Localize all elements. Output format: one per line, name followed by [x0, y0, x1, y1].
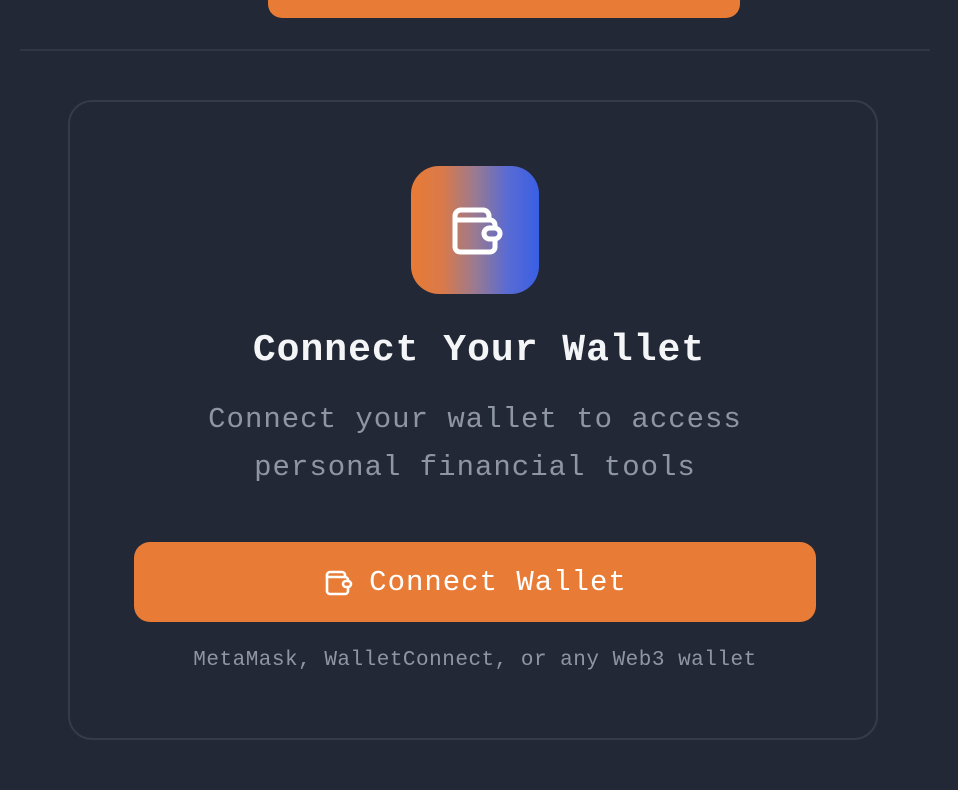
- wallet-icon: [446, 201, 504, 259]
- connect-wallet-button-label: Connect Wallet: [369, 565, 627, 599]
- card-title: Connect Your Wallet: [252, 329, 706, 372]
- card-subtitle: Connect your wallet to access personal f…: [208, 403, 742, 484]
- wallet-icon: [323, 567, 353, 597]
- previous-action-button[interactable]: [268, 0, 740, 18]
- page: Connect Your Wallet Connect your wallet …: [0, 0, 958, 790]
- wallet-icon-tile: [411, 166, 539, 294]
- section-divider: [20, 49, 930, 51]
- connect-wallet-button[interactable]: Connect Wallet: [134, 542, 816, 622]
- supported-wallets-hint: MetaMask, WalletConnect, or any Web3 wal…: [193, 649, 757, 672]
